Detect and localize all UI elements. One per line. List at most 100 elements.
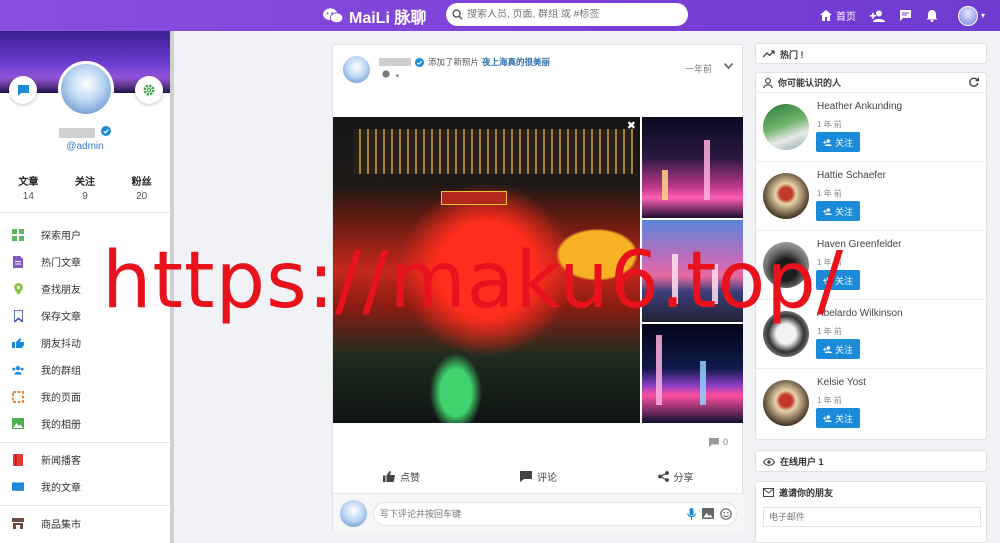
user-avatar[interactable] xyxy=(958,5,978,26)
refresh-button[interactable] xyxy=(969,77,979,90)
suggested-person: Hattie Schaefer 1 年 前 关注 xyxy=(756,162,988,231)
sidebar-item-marketplace[interactable]: 商品集市 xyxy=(0,510,170,537)
top-nav: 首页 ▾ xyxy=(820,0,985,31)
post-action-text: 添加了新照片 xyxy=(428,57,480,67)
add-friend-icon xyxy=(870,10,885,22)
chevron-down-icon[interactable]: ▾ xyxy=(981,11,985,20)
microphone-icon[interactable] xyxy=(687,508,696,520)
sidebar-item-find-friends[interactable]: 查找朋友 xyxy=(0,275,170,302)
person-name[interactable]: Haven Greenfelder xyxy=(817,239,902,250)
stat-followers[interactable]: 粉丝 20 xyxy=(113,173,170,202)
sidebar-item-saved-articles[interactable]: 保存文章 xyxy=(0,302,170,329)
divider xyxy=(0,505,170,506)
home-link[interactable]: 首页 xyxy=(820,8,856,23)
follow-button[interactable]: 关注 xyxy=(816,270,860,290)
online-users-card[interactable]: 在线用户 1 xyxy=(755,450,987,472)
sidebar-item-news-podcast[interactable]: 新闻播客 xyxy=(0,446,170,473)
messages-button[interactable] xyxy=(899,9,912,22)
verified-badge-icon xyxy=(415,57,424,67)
like-button[interactable]: 点赞 xyxy=(333,465,470,487)
person-name[interactable]: Heather Ankunding xyxy=(817,101,902,112)
online-users-title: 在线用户 1 xyxy=(780,457,824,467)
gear-icon xyxy=(143,84,155,96)
post-photo-3[interactable] xyxy=(642,220,743,322)
home-icon xyxy=(820,10,832,21)
messages-icon xyxy=(900,10,911,21)
profile-name xyxy=(0,126,170,139)
person-avatar[interactable] xyxy=(763,104,809,150)
suggested-person: Heather Ankunding 1 年 前 关注 xyxy=(756,93,988,162)
post-photo-2[interactable] xyxy=(642,117,743,218)
person-name[interactable]: Abelardo Wilkinson xyxy=(817,308,903,319)
people-title: 你可能认识的人 xyxy=(778,78,842,88)
person-time: 1 年 前 xyxy=(817,189,842,198)
post-album-link[interactable]: 夜上海真的很美丽 xyxy=(482,56,550,68)
blurred-author-name[interactable] xyxy=(379,58,411,66)
suggested-person: Haven Greenfelder 1 年 前 关注 xyxy=(756,231,988,300)
message-button[interactable] xyxy=(9,76,37,104)
follow-button[interactable]: 关注 xyxy=(816,201,860,221)
sidebar-menu-main: 探索用户 热门文章 查找朋友 保存文章 朋友抖动 我的群组 我的页面 我的相册 xyxy=(0,221,170,437)
post-options-button[interactable] xyxy=(723,60,734,72)
divider xyxy=(0,212,170,213)
refresh-icon xyxy=(969,77,979,87)
sidebar-item-my-albums[interactable]: 我的相册 xyxy=(0,410,170,437)
trending-card[interactable]: 热门 ! xyxy=(755,43,987,64)
person-name[interactable]: Kelsie Yost xyxy=(817,377,866,388)
follow-button[interactable]: 关注 xyxy=(816,408,860,428)
chevron-down-icon: ▾ xyxy=(395,73,400,80)
sidebar-item-my-groups[interactable]: 我的群组 xyxy=(0,356,170,383)
profile-handle[interactable]: @admin xyxy=(0,141,170,152)
person-avatar[interactable] xyxy=(763,380,809,426)
suggested-person: Abelardo Wilkinson 1 年 前 关注 xyxy=(756,300,988,369)
person-avatar[interactable] xyxy=(763,242,809,288)
person-name[interactable]: Hattie Schaefer xyxy=(817,170,886,181)
post-photo-main[interactable]: ✖ xyxy=(333,117,640,423)
profile-avatar[interactable] xyxy=(58,61,114,117)
stat-articles[interactable]: 文章 14 xyxy=(0,173,57,202)
sidebar-item-popular-articles[interactable]: 热门文章 xyxy=(0,248,170,275)
suggested-person: Kelsie Yost 1 年 前 关注 xyxy=(756,369,988,438)
image-upload-icon[interactable] xyxy=(702,508,714,520)
location-icon xyxy=(12,282,24,295)
share-button[interactable]: 分享 xyxy=(607,465,744,487)
stat-following[interactable]: 关注 9 xyxy=(57,173,114,202)
close-icon[interactable]: ✖ xyxy=(627,119,636,132)
notifications-button[interactable] xyxy=(926,9,938,22)
search-box[interactable] xyxy=(446,3,688,26)
sidebar-item-friend-pokes[interactable]: 朋友抖动 xyxy=(0,329,170,356)
bookmark-icon xyxy=(12,309,24,322)
search-input[interactable] xyxy=(467,9,677,20)
invite-email-input[interactable] xyxy=(763,507,981,527)
sidebar-item-explore-users[interactable]: 探索用户 xyxy=(0,221,170,248)
add-friend-button[interactable] xyxy=(870,10,885,22)
app-logo[interactable]: MaiLi 脉聊 xyxy=(322,4,426,28)
globe-icon xyxy=(382,70,390,78)
follow-button[interactable]: 关注 xyxy=(816,339,860,359)
people-you-may-know-card: 你可能认识的人 Heather Ankunding 1 年 前 关注 Hatti… xyxy=(755,72,988,440)
post-photo-4[interactable] xyxy=(642,324,743,423)
emoji-icon[interactable] xyxy=(720,508,732,520)
sidebar-menu-market: 商品集市 xyxy=(0,510,170,537)
sidebar-item-my-pages[interactable]: 我的页面 xyxy=(0,383,170,410)
app-title: MaiLi 脉聊 xyxy=(349,10,427,27)
follow-button[interactable]: 关注 xyxy=(816,132,860,152)
sidebar-item-my-articles[interactable]: 我的文章 xyxy=(0,473,170,500)
person-time: 1 年 前 xyxy=(817,258,842,267)
post-privacy[interactable]: ▾ xyxy=(382,70,399,80)
post-time: 一年前 xyxy=(684,64,712,74)
person-time: 1 年 前 xyxy=(817,396,842,405)
article-icon xyxy=(12,255,24,268)
person-avatar[interactable] xyxy=(763,311,809,357)
post-actions: 点赞 评论 分享 xyxy=(333,465,744,487)
blurred-name xyxy=(59,127,96,138)
post-comment-count[interactable]: 0 xyxy=(708,437,728,447)
book-icon xyxy=(12,481,24,493)
settings-button[interactable] xyxy=(135,76,163,104)
post-author-avatar[interactable] xyxy=(343,56,370,83)
comment-button[interactable]: 评论 xyxy=(470,465,607,487)
trending-title: 热门 ! xyxy=(780,49,804,60)
bell-icon xyxy=(926,10,938,22)
comment-icon xyxy=(708,437,719,447)
person-avatar[interactable] xyxy=(763,173,809,219)
